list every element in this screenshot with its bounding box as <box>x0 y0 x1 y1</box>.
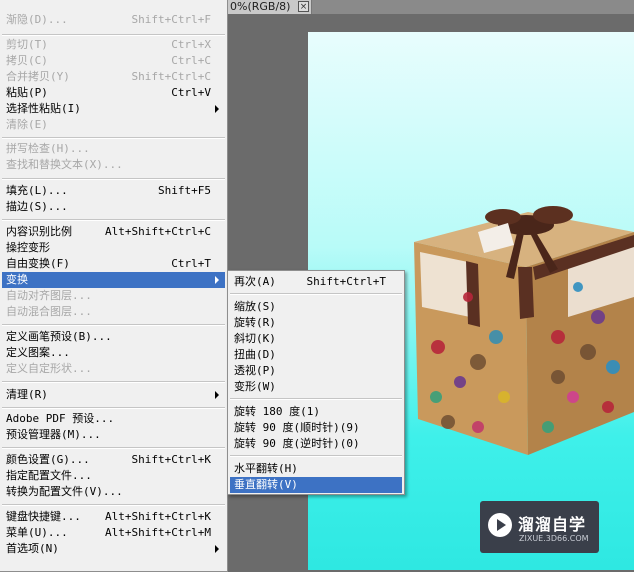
play-icon <box>488 513 512 537</box>
close-icon[interactable]: × <box>298 1 309 12</box>
menu-separator <box>2 407 225 409</box>
menu-item-again[interactable]: 再次(A) Shift+Ctrl+T <box>230 274 402 290</box>
menu-item-menus[interactable]: 菜单(U)... Alt+Shift+Ctrl+M <box>2 525 225 541</box>
menu-separator <box>2 137 225 139</box>
menu-item-rotate-90-ccw[interactable]: 旋转 90 度(逆时针)(0) <box>230 436 402 452</box>
menu-item-check-spelling[interactable]: 拼写检查(H)... <box>2 141 225 157</box>
watermark-subtitle: ZIXUE.3D66.COM <box>519 534 589 543</box>
menu-item-fill[interactable]: 填充(L)... Shift+F5 <box>2 183 225 199</box>
menu-item-paste-special[interactable]: 选择性粘贴(I) <box>2 101 225 117</box>
menu-item-define-custom-shape[interactable]: 定义自定形状... <box>2 361 225 377</box>
menu-item-color-settings[interactable]: 颜色设置(G)... Shift+Ctrl+K <box>2 452 225 468</box>
menu-item-free-transform[interactable]: 自由变换(F) Ctrl+T <box>2 256 225 272</box>
menu-item-perspective[interactable]: 透视(P) <box>230 363 402 379</box>
menu-separator <box>2 34 225 36</box>
menu-item-pdf-presets[interactable]: Adobe PDF 预设... <box>2 411 225 427</box>
menu-item-fade[interactable]: 渐隐(D)... Shift+Ctrl+F <box>2 12 225 28</box>
menu-item-define-brush[interactable]: 定义画笔预设(B)... <box>2 329 225 345</box>
menu-item-cut[interactable]: 剪切(T) Ctrl+X <box>2 37 225 53</box>
menu-separator <box>230 293 402 295</box>
menu-item-scale[interactable]: 缩放(S) <box>230 299 402 315</box>
menu-item-distort[interactable]: 扭曲(D) <box>230 347 402 363</box>
menu-item-rotate[interactable]: 旋转(R) <box>230 315 402 331</box>
menu-item-puppet-warp[interactable]: 操控变形 <box>2 240 225 256</box>
menu-separator <box>230 455 402 457</box>
edit-menu: 渐隐(D)... Shift+Ctrl+F 剪切(T) Ctrl+X 拷贝(C) Ct… <box>0 0 228 572</box>
menu-item-assign-profile[interactable]: 指定配置文件... <box>2 468 225 484</box>
menu-separator <box>2 447 225 449</box>
submenu-arrow-icon <box>215 276 219 284</box>
menu-item-clear[interactable]: 清除(E) <box>2 117 225 133</box>
watermark-logo: 溜溜自学 ZIXUE.3D66.COM <box>480 501 599 553</box>
menu-item-find-replace[interactable]: 查找和替换文本(X)... <box>2 157 225 173</box>
menu-separator <box>2 178 225 180</box>
menu-separator <box>2 324 225 326</box>
menu-item-flip-vertical[interactable]: 垂直翻转(V) <box>230 477 402 493</box>
menu-item-paste[interactable]: 粘贴(P) Ctrl+V <box>2 85 225 101</box>
menu-item-preferences[interactable]: 首选项(N) <box>2 541 225 557</box>
menu-separator <box>230 398 402 400</box>
menu-item-keyboard-shortcuts[interactable]: 键盘快捷键... Alt+Shift+Ctrl+K <box>2 509 225 525</box>
document-tab[interactable]: 0%(RGB/8) × <box>228 0 312 14</box>
menu-item-convert-profile[interactable]: 转换为配置文件(V)... <box>2 484 225 500</box>
menu-separator <box>2 504 225 506</box>
menu-item-transform[interactable]: 变换 <box>2 272 225 288</box>
menu-item-rotate-90-cw[interactable]: 旋转 90 度(顺时针)(9) <box>230 420 402 436</box>
document-tab-title: 0%(RGB/8) <box>230 0 291 13</box>
menu-item-stroke[interactable]: 描边(S)... <box>2 199 225 215</box>
menu-item-auto-align-layers[interactable]: 自动对齐图层... <box>2 288 225 304</box>
document-tab-bar: 0%(RGB/8) × <box>228 0 634 14</box>
menu-item-content-aware-scale[interactable]: 内容识别比例 Alt+Shift+Ctrl+C <box>2 224 225 240</box>
submenu-arrow-icon <box>215 391 219 399</box>
watermark-title: 溜溜自学 <box>518 515 587 534</box>
menu-item-define-pattern[interactable]: 定义图案... <box>2 345 225 361</box>
submenu-arrow-icon <box>215 545 219 553</box>
menu-separator <box>2 219 225 221</box>
menu-item-preset-manager[interactable]: 预设管理器(M)... <box>2 427 225 443</box>
menu-item-copy[interactable]: 拷贝(C) Ctrl+C <box>2 53 225 69</box>
menu-item-copy-merged[interactable]: 合并拷贝(Y) Shift+Ctrl+C <box>2 69 225 85</box>
menu-item-skew[interactable]: 斜切(K) <box>230 331 402 347</box>
transform-submenu: 再次(A) Shift+Ctrl+T 缩放(S) 旋转(R) 斜切(K) 扭曲(D… <box>227 270 405 495</box>
menu-item-flip-horizontal[interactable]: 水平翻转(H) <box>230 461 402 477</box>
menu-separator <box>2 381 225 383</box>
menu-item-warp[interactable]: 变形(W) <box>230 379 402 395</box>
menu-item-auto-blend-layers[interactable]: 自动混合图层... <box>2 304 225 320</box>
menu-item-purge[interactable]: 清理(R) <box>2 387 225 403</box>
submenu-arrow-icon <box>215 105 219 113</box>
gift-box-image <box>414 206 634 455</box>
menu-item-rotate-180[interactable]: 旋转 180 度(1) <box>230 404 402 420</box>
